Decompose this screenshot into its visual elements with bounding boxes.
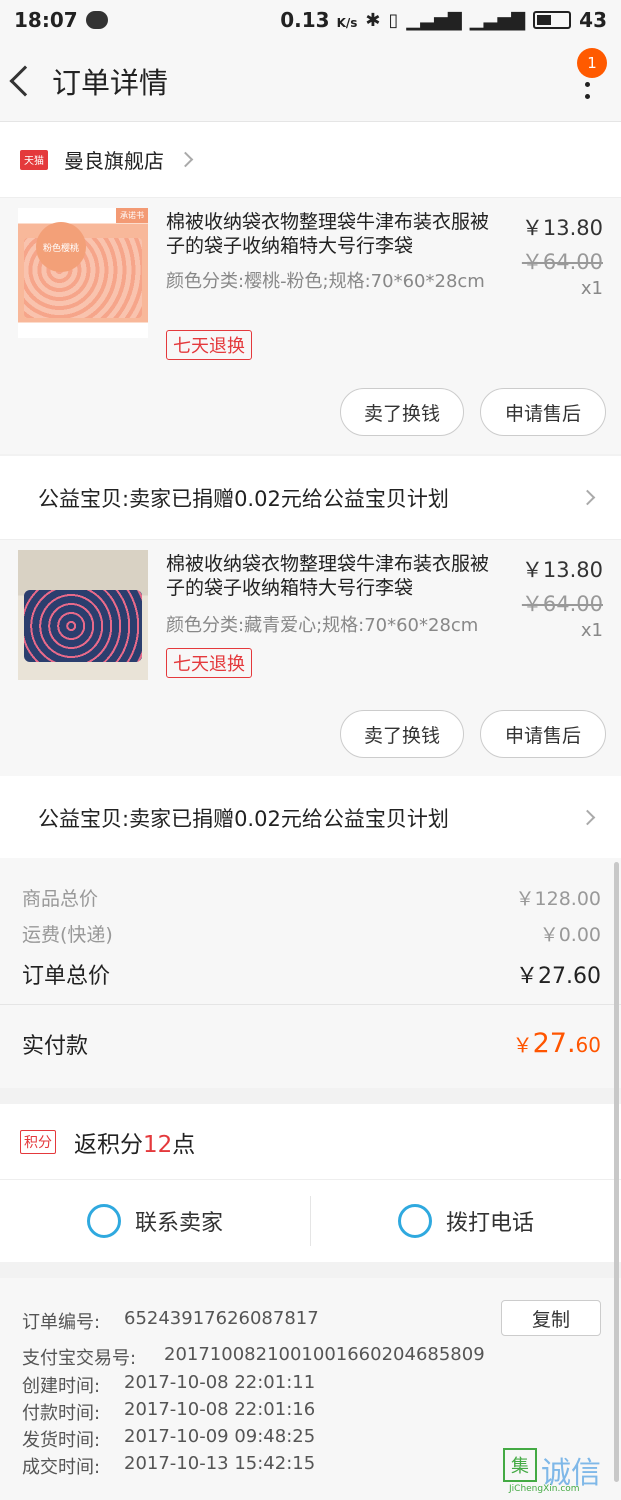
shipping-row: 运费(快递) ￥0.00 <box>22 924 601 946</box>
watermark-logo: 集 诚信 JiChengXin.com <box>503 1448 615 1494</box>
return-badge: 七天退换 <box>166 648 252 678</box>
after-sale-button[interactable]: 申请售后 <box>480 388 606 436</box>
charity-text: 公益宝贝:卖家已捐赠0.02元给公益宝贝计划 <box>38 806 449 831</box>
notification-badge: 1 <box>577 48 607 78</box>
status-bar: 18:07 0.13 K/s ✱ ▯ ▁▃▅▇ ▁▃▅▇ 43 <box>0 0 621 40</box>
status-right: 0.13 K/s ✱ ▯ ▁▃▅▇ ▁▃▅▇ 43 <box>280 8 607 32</box>
chevron-right-icon <box>177 151 194 168</box>
sell-button[interactable]: 卖了换钱 <box>340 710 464 758</box>
points-text: 返积分12点 <box>74 1131 196 1158</box>
battery-icon <box>533 11 572 29</box>
info-row: 创建时间: 2017-10-08 22:01:11 <box>22 1372 316 1397</box>
product-spec: 颜色分类:樱桃-粉色;规格:70*60*28cm <box>166 271 485 292</box>
contact-seller-button[interactable]: 联系卖家 <box>0 1180 310 1262</box>
item-original-price: ￥64.00 <box>521 250 603 274</box>
signal-4g-icon: ▁▃▅▇ <box>469 9 526 31</box>
points-row: 积分 返积分12点 <box>0 1104 621 1180</box>
info-row: 成交时间: 2017-10-13 15:42:15 <box>22 1453 316 1478</box>
charity-row[interactable]: 公益宝贝:卖家已捐赠0.02元给公益宝贝计划 <box>0 776 621 860</box>
copy-button[interactable]: 复制 <box>501 1300 601 1336</box>
store-name: 曼良旗舰店 <box>64 149 164 173</box>
price-summary: 商品总价 ￥128.00 运费(快递) ￥0.00 订单总价 ￥27.60 实付款 ￥… <box>0 858 621 1088</box>
signal-icon: ▁▃▅▇ <box>406 9 462 31</box>
item-quantity: x1 <box>580 620 603 641</box>
back-icon[interactable] <box>9 64 41 97</box>
after-sale-button[interactable]: 申请售后 <box>480 710 606 758</box>
paid-row: 实付款 ￥27.60 <box>22 1028 601 1059</box>
charity-text: 公益宝贝:卖家已捐赠0.02元给公益宝贝计划 <box>38 486 449 511</box>
chevron-right-icon <box>579 489 596 506</box>
return-badge: 七天退换 <box>166 330 252 360</box>
points-tag: 积分 <box>20 1129 56 1154</box>
product-image[interactable] <box>18 550 148 680</box>
info-row: 订单编号: 65243917626087817 <box>22 1308 319 1333</box>
paid-amount: ￥27.60 <box>512 1028 601 1059</box>
info-row: 付款时间: 2017-10-08 22:01:16 <box>22 1399 316 1424</box>
phone-icon <box>397 1204 432 1238</box>
chat-icon <box>86 1204 121 1238</box>
vibrate-icon: ▯ <box>388 9 399 31</box>
info-row: 支付宝交易号: 2017100821001001660204685809 <box>22 1344 485 1369</box>
item-original-price: ￥64.00 <box>521 592 603 616</box>
message-icon <box>85 11 108 29</box>
order-item[interactable]: 粉色樱桃 承诺书 棉被收纳袋衣物整理袋牛津布装衣服被子的袋子收纳箱特大号行李袋 … <box>0 198 621 454</box>
bluetooth-icon: ✱ <box>365 9 381 31</box>
order-item[interactable]: 棉被收纳袋衣物整理袋牛津布装衣服被子的袋子收纳箱特大号行李袋 颜色分类:藏青爱心… <box>0 540 621 776</box>
status-time: 18:07 <box>14 8 78 32</box>
call-phone-button[interactable]: 拨打电话 <box>311 1180 621 1262</box>
battery-level: 43 <box>579 8 607 32</box>
charity-row[interactable]: 公益宝贝:卖家已捐赠0.02元给公益宝贝计划 <box>0 456 621 540</box>
goods-total-row: 商品总价 ￥128.00 <box>22 888 601 910</box>
network-speed: 0.13 K/s <box>280 8 358 32</box>
item-quantity: x1 <box>580 278 603 299</box>
item-price: ￥13.80 <box>521 216 603 240</box>
contact-bar: 联系卖家 拨打电话 <box>0 1180 621 1262</box>
product-spec: 颜色分类:藏青爱心;规格:70*60*28cm <box>166 615 479 636</box>
chevron-right-icon <box>579 809 596 826</box>
tmall-icon: 天猫 <box>20 149 48 170</box>
product-title: 棉被收纳袋衣物整理袋牛津布装衣服被子的袋子收纳箱特大号行李袋 <box>166 211 490 257</box>
product-title: 棉被收纳袋衣物整理袋牛津布装衣服被子的袋子收纳箱特大号行李袋 <box>166 553 490 599</box>
nav-bar: 订单详情 1 <box>0 40 621 122</box>
sell-button[interactable]: 卖了换钱 <box>340 388 464 436</box>
scrollbar[interactable] <box>614 862 619 1482</box>
info-row: 发货时间: 2017-10-09 09:48:25 <box>22 1426 316 1451</box>
item-price: ￥13.80 <box>521 558 603 582</box>
product-image[interactable]: 粉色樱桃 承诺书 <box>18 208 148 338</box>
page-title: 订单详情 <box>52 65 169 100</box>
order-total-row: 订单总价 ￥27.60 <box>22 964 601 989</box>
store-row[interactable]: 天猫 曼良旗舰店 <box>0 122 621 198</box>
